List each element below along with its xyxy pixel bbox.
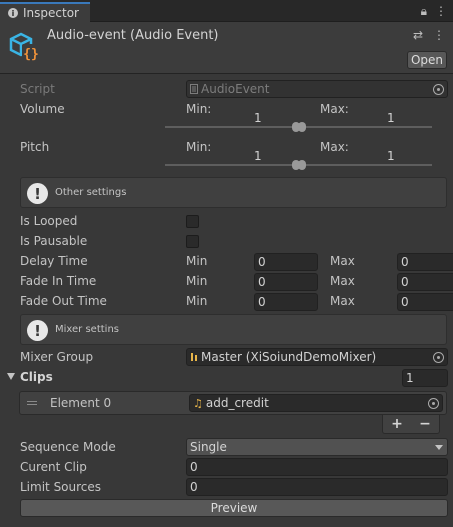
delay-time-row: Delay Time Min 0 Max 0	[0, 252, 453, 272]
fade-out-time-max-label: Max	[330, 294, 355, 308]
fade-out-time-max-field[interactable]: 0	[397, 293, 453, 311]
info-icon: i	[8, 8, 18, 18]
object-picker-icon[interactable]	[433, 352, 444, 363]
is-looped-row: Is Looped	[0, 212, 453, 232]
pitch-max-value[interactable]: 1	[387, 149, 395, 163]
volume-row: Volume Min: Max: 1 1	[0, 100, 453, 134]
chevron-down-icon	[435, 445, 443, 450]
volume-label: Volume	[20, 102, 65, 116]
object-picker-icon[interactable]	[428, 398, 439, 409]
mixer-group-label: Mixer Group	[20, 350, 94, 364]
clips-foldout[interactable]: Clips 1	[0, 368, 453, 388]
info-icon: !	[27, 183, 48, 204]
delay-time-min-field[interactable]: 0	[254, 253, 318, 271]
element-label: Element 0	[50, 396, 112, 410]
mixer-settings-header: ! Mixer settins	[20, 314, 447, 345]
pitch-max-label: Max:	[320, 140, 349, 154]
mixer-settings-text: Mixer settins	[55, 324, 119, 335]
open-button[interactable]: Open	[407, 51, 447, 69]
audio-clip-icon: ♫	[193, 396, 203, 410]
is-looped-label: Is Looped	[20, 214, 78, 228]
sequence-mode-label: Sequence Mode	[20, 440, 116, 454]
script-row: Script AudioEvent	[0, 80, 453, 100]
object-title: Audio-event (Audio Event)	[47, 28, 219, 43]
volume-max-label: Max:	[320, 102, 349, 116]
delay-time-max-label: Max	[330, 254, 355, 268]
script-file-icon	[190, 84, 198, 94]
pitch-row: Pitch Min: Max: 1 1	[0, 138, 453, 172]
sequence-mode-value: Single	[190, 440, 227, 454]
is-pausable-row: Is Pausable	[0, 232, 453, 252]
list-footer: + −	[382, 415, 440, 434]
other-settings-text: Other settings	[55, 187, 127, 198]
is-looped-checkbox[interactable]	[186, 215, 199, 228]
fade-out-time-min-field[interactable]: 0	[254, 293, 318, 311]
clips-size-field[interactable]: 1	[402, 369, 448, 387]
pitch-label: Pitch	[20, 140, 50, 154]
volume-min-value[interactable]: 1	[254, 111, 262, 125]
script-label: Script	[20, 82, 55, 96]
drag-handle-icon[interactable]	[27, 401, 37, 405]
menu-icon[interactable]: ⋮	[435, 4, 447, 19]
delay-time-min-label: Min	[186, 254, 208, 268]
volume-slider-max-thumb[interactable]	[298, 122, 306, 132]
scriptable-object-icon: {}	[9, 32, 40, 62]
pitch-min-value[interactable]: 1	[254, 149, 262, 163]
mixer-group-value: Master (XiSoiundDemoMixer)	[201, 350, 377, 364]
fade-in-time-min-label: Min	[186, 274, 208, 288]
mixer-group-row: Mixer Group Master (XiSoiundDemoMixer)	[0, 348, 453, 368]
pitch-slider-max-thumb[interactable]	[298, 160, 306, 170]
tab-inspector[interactable]: i Inspector	[0, 2, 90, 22]
fade-out-time-min-label: Min	[186, 294, 208, 308]
current-clip-field[interactable]: 0	[186, 458, 448, 476]
fade-in-time-max-label: Max	[330, 274, 355, 288]
context-menu-icon[interactable]: ⋮	[433, 28, 445, 42]
add-element-button[interactable]: +	[391, 416, 403, 432]
lock-icon[interactable]: 🔒︎	[421, 4, 427, 19]
element-value: add_credit	[205, 396, 269, 410]
limit-sources-field[interactable]: 0	[186, 478, 448, 496]
script-field: AudioEvent	[186, 80, 448, 98]
clips-list: Element 0 ♫ add_credit	[19, 391, 447, 415]
sequence-mode-row: Sequence Mode Single	[0, 438, 453, 458]
preview-button[interactable]: Preview	[20, 499, 448, 517]
limit-sources-row: Limit Sources 0	[0, 478, 453, 498]
remove-element-button[interactable]: −	[419, 416, 431, 432]
fade-in-time-min-field[interactable]: 0	[254, 273, 318, 291]
tab-bar: i Inspector 🔒︎ ⋮	[0, 0, 453, 22]
info-icon: !	[27, 320, 48, 341]
current-clip-row: Curent Clip 0	[0, 458, 453, 478]
fade-in-time-label: Fade In Time	[20, 274, 97, 288]
inspector-header: {} Audio-event (Audio Event) ⇄ ⋮ Open	[0, 22, 453, 74]
script-value: AudioEvent	[201, 82, 270, 96]
mixer-group-field[interactable]: Master (XiSoiundDemoMixer)	[186, 348, 448, 366]
delay-time-label: Delay Time	[20, 254, 88, 268]
pitch-min-label: Min:	[186, 140, 212, 154]
element-field[interactable]: ♫ add_credit	[189, 394, 443, 412]
volume-min-label: Min:	[186, 102, 212, 116]
is-pausable-label: Is Pausable	[20, 234, 88, 248]
foldout-arrow-icon[interactable]	[7, 373, 15, 380]
current-clip-label: Curent Clip	[20, 460, 87, 474]
object-picker-icon[interactable]	[433, 84, 444, 95]
fade-in-time-max-field[interactable]: 0	[397, 273, 453, 291]
fade-out-time-label: Fade Out Time	[20, 294, 107, 308]
sequence-mode-dropdown[interactable]: Single	[186, 438, 448, 456]
tab-label: Inspector	[23, 6, 79, 20]
limit-sources-label: Limit Sources	[20, 480, 102, 494]
fade-in-time-row: Fade In Time Min 0 Max 0	[0, 272, 453, 292]
svg-text:{}: {}	[23, 47, 39, 62]
delay-time-max-field[interactable]: 0	[397, 253, 453, 271]
settings-icon[interactable]: ⇄	[413, 28, 423, 42]
is-pausable-checkbox[interactable]	[186, 235, 199, 248]
audio-mixer-icon	[191, 353, 197, 361]
fade-out-time-row: Fade Out Time Min 0 Max 0	[0, 292, 453, 312]
other-settings-header: ! Other settings	[20, 177, 447, 208]
volume-max-value[interactable]: 1	[387, 111, 395, 125]
clips-label: Clips	[20, 370, 53, 384]
